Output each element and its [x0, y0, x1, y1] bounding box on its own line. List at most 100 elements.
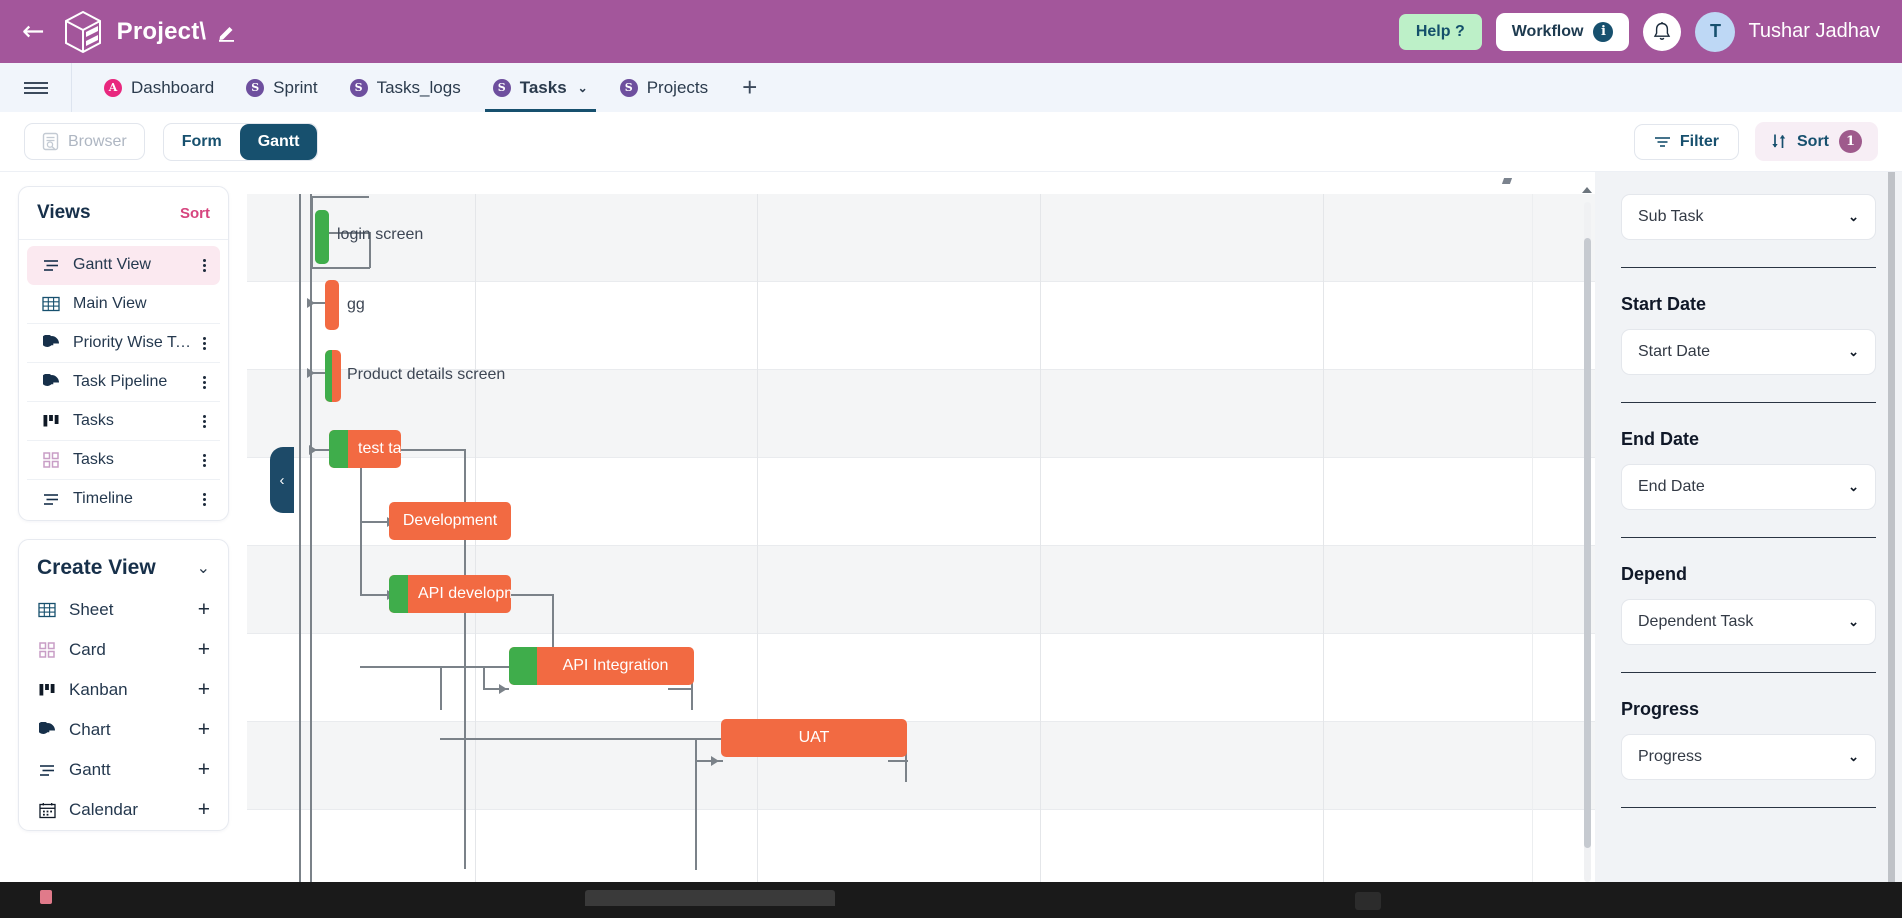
- taskbar-icon: [1355, 892, 1381, 910]
- sidebar-item-main-view[interactable]: Main View: [27, 285, 220, 324]
- tab-tasks-logs[interactable]: S Tasks_logs: [334, 63, 477, 112]
- sidebar-item-label: Tasks: [73, 412, 114, 429]
- depend-select[interactable]: Dependent Task ⌄: [1621, 599, 1876, 645]
- sidebar-item-gantt-view[interactable]: Gantt View: [27, 246, 220, 285]
- create-view-gantt[interactable]: Gantt +: [19, 750, 228, 790]
- gantt-bar-test-task[interactable]: test task: [329, 430, 401, 468]
- tab-sprint[interactable]: S Sprint: [230, 63, 333, 112]
- create-view-kanban[interactable]: Kanban +: [19, 670, 228, 710]
- tab-label: Dashboard: [131, 77, 215, 97]
- gantt-bar-uat[interactable]: UAT: [721, 719, 907, 757]
- gantt-bar-login-screen[interactable]: [315, 210, 329, 264]
- help-button[interactable]: Help ?: [1398, 13, 1482, 50]
- sort-button[interactable]: Sort 1: [1755, 122, 1878, 161]
- gantt-bar-development[interactable]: Development: [389, 502, 511, 540]
- sort-label: Sort: [1797, 132, 1829, 150]
- gantt-bar-api-integration[interactable]: API Integration: [509, 647, 694, 685]
- sidebar-item-priority-wise-tasks[interactable]: Priority Wise Tas…: [27, 324, 220, 363]
- kanban-icon: [37, 680, 57, 700]
- create-view-header[interactable]: Create View ⌄: [19, 540, 228, 590]
- sidebar-item-label: Task Pipeline: [73, 373, 168, 390]
- gantt-bar-product-details-screen[interactable]: [325, 350, 341, 402]
- sidebar-item-label: Timeline: [73, 490, 133, 507]
- dependency-link: [440, 666, 442, 710]
- create-view-sheet[interactable]: Sheet +: [19, 590, 228, 630]
- tab-badge-icon: A: [104, 78, 122, 97]
- gantt-column-line: [1323, 194, 1324, 918]
- tab-projects[interactable]: S Projects: [604, 63, 724, 112]
- create-view-chart[interactable]: Chart +: [19, 710, 228, 750]
- views-sort-link[interactable]: Sort: [180, 205, 210, 222]
- gantt-chart-area[interactable]: login screen gg Product details screen t…: [247, 172, 1595, 918]
- user-name: Tushar Jadhav: [1748, 20, 1880, 42]
- chevron-down-icon[interactable]: ⌄: [197, 558, 210, 578]
- end-date-select[interactable]: End Date ⌄: [1621, 464, 1876, 510]
- row-menu-icon[interactable]: [203, 257, 206, 274]
- view-mode-switch: Form Gantt: [162, 122, 319, 161]
- tab-form[interactable]: Form: [164, 124, 240, 160]
- filter-button[interactable]: Filter: [1633, 123, 1739, 160]
- avatar[interactable]: T: [1695, 11, 1736, 52]
- gantt-bar-label: Development: [402, 512, 498, 529]
- tab-gantt[interactable]: Gantt: [239, 123, 318, 160]
- user-menu[interactable]: T Tushar Jadhav: [1695, 11, 1880, 52]
- create-view-card-item[interactable]: Card +: [19, 630, 228, 670]
- tab-badge-icon: S: [492, 78, 511, 97]
- row-menu-icon[interactable]: [203, 452, 206, 469]
- add-tab-button[interactable]: +: [724, 63, 775, 112]
- tab-tasks[interactable]: S Tasks ⌄: [477, 63, 604, 112]
- hamburger-icon[interactable]: [0, 63, 72, 112]
- dependency-arrow-icon: [499, 684, 507, 694]
- gantt-bar-api-development[interactable]: API development: [389, 575, 511, 613]
- field-progress: Progress Progress ⌄: [1621, 699, 1876, 780]
- sidebar-item-task-pipeline[interactable]: Task Pipeline: [27, 363, 220, 402]
- create-view-label: Kanban: [69, 680, 128, 699]
- tab-badge-icon: S: [246, 78, 265, 97]
- browser-button[interactable]: Browser: [24, 123, 145, 160]
- dependency-link: [695, 760, 697, 870]
- divider: [1621, 807, 1876, 808]
- grid-table-icon: [37, 600, 57, 620]
- sidebar-item-tasks-kanban[interactable]: Tasks: [27, 402, 220, 441]
- field-sub-task: Sub Task ⌄: [1621, 194, 1876, 240]
- sidebar-item-tasks-card[interactable]: Tasks: [27, 441, 220, 480]
- tab-dashboard[interactable]: A Dashboard: [88, 63, 230, 112]
- row-menu-icon[interactable]: [203, 413, 206, 430]
- scrollbar-thumb[interactable]: [1584, 238, 1591, 848]
- sidebar-item-timeline[interactable]: Timeline: [27, 480, 220, 518]
- chevron-down-icon: ⌄: [1848, 209, 1859, 224]
- row-menu-icon[interactable]: [203, 491, 206, 508]
- browser-label: Browser: [68, 132, 127, 150]
- sub-task-select[interactable]: Sub Task ⌄: [1621, 194, 1876, 240]
- pencil-icon[interactable]: [217, 22, 237, 42]
- add-icon[interactable]: +: [198, 638, 210, 662]
- gantt-bar-label: test task: [358, 440, 401, 457]
- progress-select[interactable]: Progress ⌄: [1621, 734, 1876, 780]
- field-start-date: Start Date Start Date ⌄: [1621, 294, 1876, 375]
- workflow-button[interactable]: Workflow i: [1495, 12, 1630, 51]
- add-icon[interactable]: +: [198, 678, 210, 702]
- details-panel-scrollbar[interactable]: [1888, 172, 1895, 918]
- toolbar-right-actions: Filter Sort 1: [1633, 122, 1878, 161]
- gantt-bar-label: Product details screen: [347, 366, 506, 383]
- row-menu-icon[interactable]: [203, 335, 206, 352]
- add-icon[interactable]: +: [198, 598, 210, 622]
- chevron-down-icon[interactable]: ⌄: [578, 81, 588, 95]
- add-icon[interactable]: +: [198, 758, 210, 782]
- dependency-link: [360, 521, 362, 594]
- back-arrow-icon[interactable]: ←: [22, 18, 45, 45]
- dependency-link: [311, 196, 369, 198]
- gantt-bar-gg[interactable]: [325, 280, 339, 330]
- gantt-guide-line: [299, 194, 301, 918]
- row-menu-icon[interactable]: [203, 374, 206, 391]
- scroll-up-arrow-icon[interactable]: [1582, 187, 1592, 193]
- create-view-calendar[interactable]: Calendar +: [19, 790, 228, 830]
- add-icon[interactable]: +: [198, 718, 210, 742]
- sort-arrows-icon: [1772, 134, 1786, 148]
- gantt-vertical-scrollbar[interactable]: [1584, 202, 1591, 882]
- notifications-button[interactable]: [1643, 12, 1682, 51]
- add-icon[interactable]: +: [198, 798, 210, 822]
- gantt-lines-icon: [41, 489, 61, 509]
- collapse-sidebar-handle[interactable]: ‹: [270, 447, 294, 513]
- start-date-select[interactable]: Start Date ⌄: [1621, 329, 1876, 375]
